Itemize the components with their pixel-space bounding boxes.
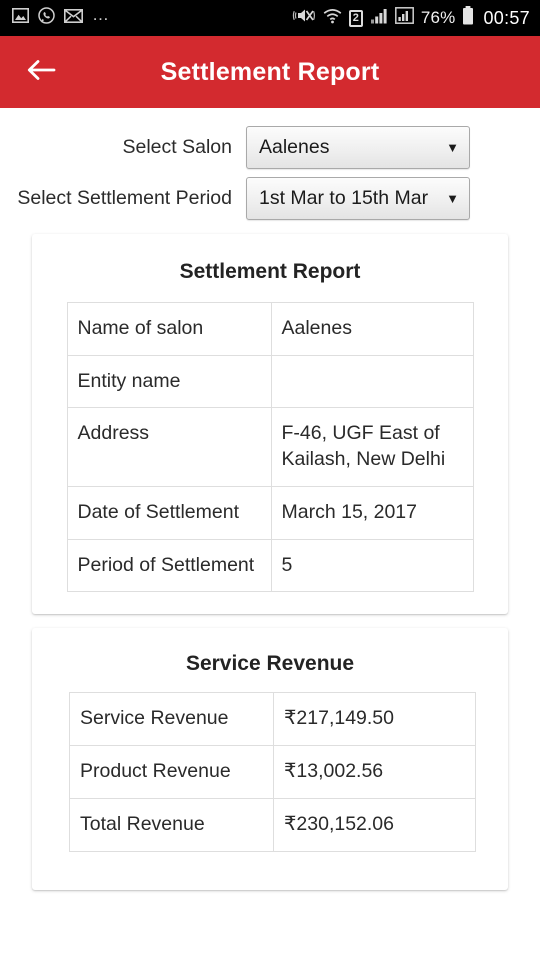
- settlement-report-card-title: Settlement Report: [179, 260, 361, 283]
- status-bar-right: 2 76% 00:57: [292, 6, 530, 30]
- service-revenue-card: Service Revenue Service Revenue ₹217,149…: [32, 628, 508, 890]
- row-key: Name of salon: [66, 302, 272, 356]
- table-row: Period of Settlement 5: [66, 538, 474, 593]
- battery-percent-label: 76%: [420, 8, 456, 27]
- sim-2-icon: 2: [348, 9, 363, 27]
- row-value: Aalenes: [270, 302, 474, 356]
- image-icon: [12, 8, 29, 28]
- chevron-down-icon: ▼: [446, 191, 459, 206]
- status-clock: 00:57: [483, 7, 530, 28]
- status-bar-left: …: [12, 5, 292, 29]
- envelope-icon: [64, 8, 83, 28]
- row-key: Address: [66, 407, 272, 487]
- wifi-icon: [323, 8, 342, 29]
- salon-select-value: Aalenes: [259, 136, 330, 158]
- status-overflow-dots: …: [92, 5, 110, 24]
- period-label: Select Settlement Period: [17, 187, 232, 210]
- battery-icon: [462, 6, 474, 30]
- settlement-report-card: Settlement Report Name of salon Aalenes …: [32, 234, 508, 615]
- period-select[interactable]: 1st Mar to 15th Mar ▼: [246, 177, 470, 220]
- table-row: Total Revenue ₹230,152.06: [69, 797, 476, 852]
- service-revenue-table: Service Revenue ₹217,149.50 Product Reve…: [69, 692, 476, 852]
- row-key: Total Revenue: [69, 797, 274, 852]
- row-key: Date of Settlement: [66, 485, 272, 540]
- salon-filter-row: Select Salon Aalenes ▼: [0, 126, 540, 169]
- row-value: [270, 354, 474, 409]
- row-key: Product Revenue: [69, 745, 274, 799]
- table-row: Service Revenue ₹217,149.50: [69, 692, 476, 747]
- filter-form: Select Salon Aalenes ▼ Select Settlement…: [0, 108, 540, 220]
- row-value: 5: [270, 538, 474, 593]
- row-value: ₹230,152.06: [273, 797, 476, 852]
- arrow-left-icon: [26, 58, 56, 87]
- status-bar: … 2 76% 00:57: [0, 0, 540, 36]
- row-key: Entity name: [66, 354, 272, 409]
- period-select-value: 1st Mar to 15th Mar: [259, 187, 429, 209]
- row-key: Service Revenue: [69, 692, 274, 747]
- whatsapp-icon: [38, 7, 55, 29]
- table-row: Entity name: [66, 354, 474, 409]
- table-row: Name of salon Aalenes: [66, 302, 474, 356]
- row-key: Period of Settlement: [66, 538, 272, 593]
- back-button[interactable]: [18, 49, 64, 95]
- signal-2-icon: [394, 7, 414, 29]
- row-value: ₹217,149.50: [273, 692, 476, 747]
- row-value: March 15, 2017: [270, 485, 474, 540]
- signal-1-icon: [370, 8, 388, 29]
- chevron-down-icon: ▼: [446, 140, 459, 155]
- vibrate-mute-icon: [292, 7, 316, 29]
- salon-label: Select Salon: [122, 136, 233, 159]
- row-value: F-46, UGF East of Kailash, New Delhi: [270, 407, 474, 487]
- app-bar: Settlement Report: [0, 36, 540, 108]
- salon-select[interactable]: Aalenes ▼: [246, 126, 470, 169]
- settlement-report-table: Name of salon Aalenes Entity name Addres…: [66, 302, 474, 593]
- page-title: Settlement Report: [160, 57, 380, 86]
- service-revenue-card-title: Service Revenue: [185, 652, 355, 676]
- table-row: Date of Settlement March 15, 2017: [66, 485, 474, 540]
- table-row: Product Revenue ₹13,002.56: [69, 745, 476, 799]
- row-value: ₹13,002.56: [273, 745, 476, 799]
- table-row: Address F-46, UGF East of Kailash, New D…: [66, 407, 474, 487]
- period-filter-row: Select Settlement Period 1st Mar to 15th…: [0, 177, 540, 220]
